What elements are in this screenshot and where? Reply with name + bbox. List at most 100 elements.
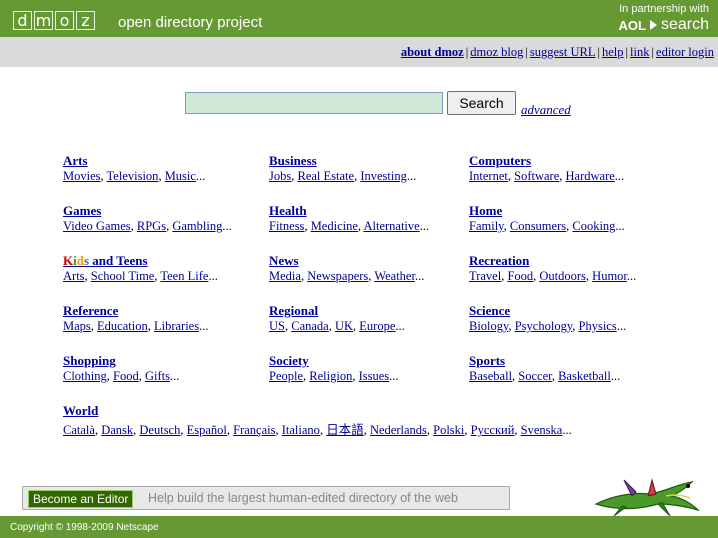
subcategory-link[interactable]: Humor bbox=[592, 269, 627, 283]
subcategory-link[interactable]: Fitness bbox=[269, 219, 304, 233]
subcategory-link[interactable]: Food bbox=[113, 369, 139, 383]
category-title-link[interactable]: World bbox=[63, 403, 572, 419]
category-shopping: Shopping Clothing, Food, Gifts... bbox=[63, 353, 179, 384]
subcategory-link[interactable]: School Time bbox=[91, 269, 155, 283]
subcategory-link[interactable]: Deutsch bbox=[139, 423, 180, 437]
subcategory-link[interactable]: Food bbox=[507, 269, 533, 283]
category-news: News Media, Newspapers, Weather... bbox=[269, 253, 424, 284]
subcategory-link[interactable]: Soccer bbox=[518, 369, 552, 383]
subcategory-link[interactable]: Hardware bbox=[566, 169, 615, 183]
subcategory-link[interactable]: US bbox=[269, 319, 285, 333]
subcategory-ellipsis: ... bbox=[614, 169, 625, 183]
dmoz-logo[interactable]: d m o z bbox=[13, 11, 95, 30]
subcategory-link[interactable]: Software bbox=[514, 169, 559, 183]
subcategory-link[interactable]: Video Games bbox=[63, 219, 131, 233]
nav-link-suggest-url[interactable]: suggest URL bbox=[530, 45, 596, 59]
nav-link-editor-login[interactable]: editor login bbox=[656, 45, 714, 59]
category-title-link[interactable]: Computers bbox=[469, 153, 624, 169]
aol-brand: AOL bbox=[618, 17, 646, 33]
subcategory-link[interactable]: Investing bbox=[360, 169, 407, 183]
copyright-text: Copyright © 1998-2009 Netscape bbox=[10, 522, 159, 533]
nav-link-help[interactable]: help bbox=[602, 45, 624, 59]
subcategory-list: Català, Dansk, Deutsch, Español, Françai… bbox=[63, 423, 572, 437]
subcategory-link[interactable]: Polski bbox=[433, 423, 464, 437]
subcategory-link[interactable]: Travel bbox=[469, 269, 501, 283]
subcategory-link[interactable]: Jobs bbox=[269, 169, 291, 183]
subcategory-link[interactable]: Issues bbox=[359, 369, 390, 383]
category-world: World Català, Dansk, Deutsch, Español, Fr… bbox=[63, 403, 572, 438]
nav-separator: | bbox=[597, 45, 600, 59]
category-title-link[interactable]: Reference bbox=[63, 303, 208, 319]
subcategory-link[interactable]: Consumers bbox=[510, 219, 566, 233]
subcategory-link[interactable]: Español bbox=[187, 423, 227, 437]
subcategory-link[interactable]: UK bbox=[335, 319, 353, 333]
nav-link-link[interactable]: link bbox=[630, 45, 649, 59]
subcategory-link[interactable]: Television bbox=[107, 169, 159, 183]
subcategory-link[interactable]: Baseball bbox=[469, 369, 512, 383]
subcategory-link[interactable]: Français bbox=[233, 423, 275, 437]
subcategory-link[interactable]: Alternative bbox=[363, 219, 419, 233]
aol-search-logo[interactable]: AOL search bbox=[619, 16, 709, 34]
subcategory-link[interactable]: Gambling bbox=[172, 219, 222, 233]
subcategory-link[interactable]: Libraries bbox=[154, 319, 199, 333]
subcategory-link[interactable]: Basketball bbox=[558, 369, 611, 383]
nav-link-blog[interactable]: dmoz blog bbox=[470, 45, 523, 59]
subcategory-link[interactable]: Italiano bbox=[282, 423, 320, 437]
category-title-link[interactable]: News bbox=[269, 253, 424, 269]
category-title-link[interactable]: Games bbox=[63, 203, 232, 219]
subcategory-link[interactable]: Europe bbox=[359, 319, 395, 333]
subcategory-link[interactable]: Outdoors bbox=[539, 269, 586, 283]
nav-link-about[interactable]: about dmoz bbox=[401, 45, 464, 59]
category-title-link[interactable]: Kids and Teens bbox=[63, 253, 218, 269]
subcategory-link[interactable]: Maps bbox=[63, 319, 91, 333]
subcategory-link[interactable]: Teen Life bbox=[160, 269, 208, 283]
editor-tagline[interactable]: Help build the largest human-edited dire… bbox=[148, 491, 458, 505]
advanced-search-link[interactable]: advanced bbox=[521, 102, 571, 118]
subcategory-link[interactable]: Medicine bbox=[311, 219, 358, 233]
subcategory-link[interactable]: Dansk bbox=[101, 423, 133, 437]
subcategory-link[interactable]: Psychology bbox=[515, 319, 573, 333]
subcategory-link[interactable]: Cooking bbox=[572, 219, 615, 233]
subcategory-link[interactable]: People bbox=[269, 369, 303, 383]
category-title-link[interactable]: Regional bbox=[269, 303, 405, 319]
subcategory-link[interactable]: Biology bbox=[469, 319, 508, 333]
subcategory-link[interactable]: Nederlands bbox=[370, 423, 427, 437]
category-society: Society People, Religion, Issues... bbox=[269, 353, 399, 384]
subcategory-link[interactable]: Media bbox=[269, 269, 301, 283]
subcategory-link[interactable]: Arts bbox=[63, 269, 85, 283]
subcategory-link[interactable]: Русский bbox=[471, 423, 515, 437]
search-button[interactable]: Search bbox=[447, 91, 516, 115]
subcategory-link[interactable]: Physics bbox=[579, 319, 617, 333]
subcategory-link[interactable]: Català bbox=[63, 423, 95, 437]
subcategory-link[interactable]: 日本語 bbox=[326, 423, 364, 437]
subcategory-link[interactable]: Clothing bbox=[63, 369, 107, 383]
subcategory-ellipsis: ... bbox=[195, 169, 206, 183]
subcategory-link[interactable]: Svenska bbox=[521, 423, 563, 437]
subcategory-list: Media, Newspapers, Weather... bbox=[269, 269, 425, 283]
subcategory-link[interactable]: Family bbox=[469, 219, 504, 233]
subcategory-link[interactable]: Education bbox=[97, 319, 148, 333]
subcategory-link[interactable]: Newspapers bbox=[307, 269, 368, 283]
subcategory-link[interactable]: Movies bbox=[63, 169, 101, 183]
category-title-link[interactable]: Society bbox=[269, 353, 399, 369]
search-input[interactable] bbox=[185, 92, 443, 114]
category-title-link[interactable]: Recreation bbox=[469, 253, 636, 269]
nav-separator: | bbox=[465, 45, 469, 59]
category-title-link[interactable]: Arts bbox=[63, 153, 205, 169]
subcategory-link[interactable]: Real Estate bbox=[297, 169, 354, 183]
category-title-link[interactable]: Sports bbox=[469, 353, 620, 369]
category-title-link[interactable]: Shopping bbox=[63, 353, 179, 369]
subcategory-link[interactable]: Music bbox=[165, 169, 196, 183]
subcategory-link[interactable]: Gifts bbox=[145, 369, 170, 383]
subcategory-link[interactable]: Internet bbox=[469, 169, 508, 183]
category-title-link[interactable]: Science bbox=[469, 303, 626, 319]
category-title-link[interactable]: Business bbox=[269, 153, 416, 169]
logo-letter-z: z bbox=[76, 11, 95, 30]
subcategory-link[interactable]: Weather bbox=[374, 269, 415, 283]
become-editor-button[interactable]: Become an Editor bbox=[28, 490, 134, 508]
subcategory-link[interactable]: RPGs bbox=[137, 219, 166, 233]
category-title-link[interactable]: Health bbox=[269, 203, 429, 219]
subcategory-link[interactable]: Canada bbox=[291, 319, 328, 333]
subcategory-link[interactable]: Religion bbox=[309, 369, 352, 383]
category-title-link[interactable]: Home bbox=[469, 203, 625, 219]
